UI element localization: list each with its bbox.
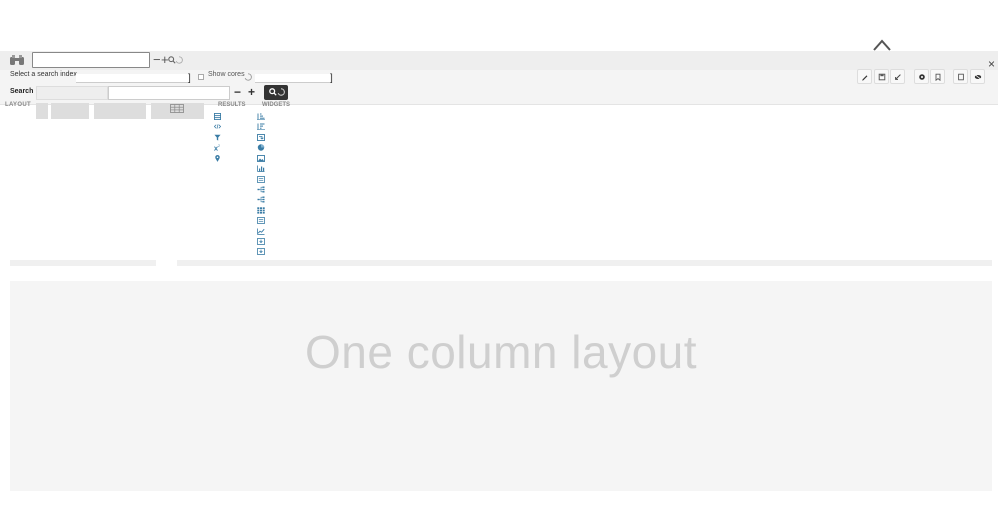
- code-icon[interactable]: [214, 123, 221, 130]
- divider: [10, 260, 156, 266]
- cores-select[interactable]: [255, 74, 330, 83]
- map-marker-icon[interactable]: [214, 155, 221, 162]
- pencil-icon: [862, 75, 868, 81]
- bookmark-icon: [935, 73, 941, 81]
- spinner-icon: [244, 73, 252, 81]
- search-index-select[interactable]: [76, 74, 190, 83]
- spinner-icon: [277, 88, 285, 96]
- sort-amount-asc-icon[interactable]: [257, 113, 265, 120]
- layout-option-2[interactable]: [51, 103, 89, 119]
- show-cores-label: Show cores: [208, 71, 245, 78]
- top-search-input[interactable]: [32, 52, 150, 68]
- superscript-icon[interactable]: 2: [214, 144, 221, 151]
- new-button[interactable]: [953, 69, 968, 84]
- level-icon[interactable]: [257, 134, 265, 141]
- divider: [177, 260, 992, 266]
- save-button[interactable]: [874, 69, 889, 84]
- chevron-up-icon[interactable]: [872, 38, 892, 52]
- text-icon[interactable]: [257, 176, 265, 183]
- svg-text:2: 2: [218, 144, 220, 148]
- image-icon[interactable]: [257, 155, 265, 162]
- search-index-label: Select a search index: [10, 71, 77, 78]
- layout-option-3[interactable]: [94, 103, 146, 119]
- close-button[interactable]: ×: [988, 58, 995, 70]
- layout-drop-panel[interactable]: One column layout: [10, 281, 992, 491]
- table-icon[interactable]: [214, 113, 221, 120]
- index-bracket: ]: [188, 73, 191, 84]
- search-label: Search: [10, 88, 34, 95]
- expand-icon: [895, 74, 901, 80]
- edit-button[interactable]: [857, 69, 872, 84]
- tree-alt-icon[interactable]: [257, 196, 265, 203]
- layout-option-1[interactable]: [36, 103, 48, 119]
- show-cores-checkbox[interactable]: [198, 74, 204, 80]
- bookmark-button[interactable]: [930, 69, 945, 84]
- download-alt-icon[interactable]: [257, 248, 265, 255]
- text-alt-icon[interactable]: [257, 217, 265, 224]
- filter-icon[interactable]: [214, 134, 221, 141]
- widgets-label: WIDGETS: [262, 102, 290, 108]
- search-button[interactable]: [264, 85, 288, 100]
- expand-button[interactable]: [890, 69, 905, 84]
- layout-title: One column layout: [304, 326, 698, 378]
- pie-chart-icon[interactable]: [257, 144, 265, 151]
- add-query-button[interactable]: +: [248, 86, 255, 99]
- save-icon: [878, 73, 886, 81]
- binoculars-icon: [10, 55, 24, 65]
- table-icon: [170, 104, 184, 113]
- grid-icon[interactable]: [257, 207, 265, 214]
- remove-query-button[interactable]: −: [234, 86, 241, 99]
- tree-icon[interactable]: [257, 186, 265, 193]
- cores-bracket: ]: [330, 73, 333, 84]
- bar-chart-icon[interactable]: [257, 165, 265, 172]
- search-icon: [269, 88, 277, 96]
- results-label: RESULTS: [218, 102, 246, 108]
- new-document-icon: [958, 73, 964, 81]
- layout-label: LAYOUT: [5, 102, 31, 108]
- settings-button[interactable]: [914, 69, 929, 84]
- eye-slash-icon: [974, 74, 982, 80]
- spinner-icon: [175, 56, 183, 64]
- gear-icon: [919, 74, 925, 80]
- top-search-minus-button[interactable]: −: [153, 53, 161, 67]
- query-field-prefix[interactable]: [36, 86, 108, 100]
- hide-button[interactable]: [970, 69, 985, 84]
- sort-amount-desc-icon[interactable]: [257, 123, 265, 130]
- download-icon[interactable]: [257, 238, 265, 245]
- line-chart-icon[interactable]: [257, 228, 265, 235]
- query-input[interactable]: [108, 86, 230, 100]
